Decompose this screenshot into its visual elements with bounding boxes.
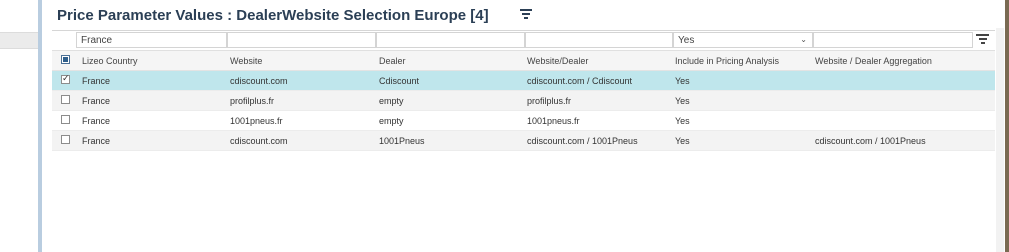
left-pane-row[interactable] <box>0 32 38 49</box>
select-all-checkbox[interactable] <box>61 55 70 64</box>
cell-website-dealer: profilplus.fr <box>527 96 572 106</box>
data-grid: France Yes ⌄ Lizeo Country Website Deale… <box>52 30 995 151</box>
filter-row: France Yes ⌄ <box>52 30 995 50</box>
chevron-down-icon: ⌄ <box>800 35 807 44</box>
cell-dealer: empty <box>379 96 404 106</box>
website-filter-input[interactable] <box>227 32 376 48</box>
splitter-bar[interactable] <box>38 0 42 252</box>
filter-icon[interactable] <box>976 34 989 46</box>
cell-website: 1001pneus.fr <box>230 116 283 126</box>
cell-dealer: Cdiscount <box>379 76 420 86</box>
sort-icon[interactable] <box>520 9 532 21</box>
cell-website: profilplus.fr <box>230 96 275 106</box>
column-header-include[interactable]: Include in Pricing Analysis <box>675 56 779 66</box>
column-header-dealer[interactable]: Dealer <box>379 56 406 66</box>
table-row[interactable]: France profilplus.fr empty profilplus.fr… <box>52 91 995 111</box>
column-header-website-dealer[interactable]: Website/Dealer <box>527 56 588 66</box>
table-header: Lizeo Country Website Dealer Website/Dea… <box>52 50 995 71</box>
cell-country: France <box>82 116 111 126</box>
column-header-country[interactable]: Lizeo Country <box>82 56 138 66</box>
row-checkbox[interactable] <box>61 135 70 144</box>
vertical-scrollbar[interactable] <box>996 28 1004 252</box>
row-checkbox[interactable] <box>61 115 70 124</box>
include-filter-select[interactable]: Yes ⌄ <box>673 32 813 48</box>
include-filter-value: Yes <box>678 35 695 46</box>
cell-website: cdiscount.com <box>230 136 288 146</box>
cell-include: Yes <box>675 116 690 126</box>
right-pane-edge <box>1005 0 1009 252</box>
cell-country: France <box>82 136 111 146</box>
dealer-filter-input[interactable] <box>376 32 525 48</box>
cell-dealer: empty <box>379 116 404 126</box>
cell-country: France <box>82 76 111 86</box>
table-row[interactable]: France 1001pneus.fr empty 1001pneus.fr Y… <box>52 111 995 131</box>
column-header-website[interactable]: Website <box>230 56 262 66</box>
cell-website: cdiscount.com <box>230 76 288 86</box>
table-row[interactable]: ✓ France cdiscount.com Cdiscount cdiscou… <box>52 71 995 91</box>
cell-include: Yes <box>675 76 690 86</box>
check-icon: ✓ <box>62 73 70 83</box>
table-row[interactable]: France cdiscount.com 1001Pneus cdiscount… <box>52 131 995 151</box>
cell-website-dealer: 1001pneus.fr <box>527 116 580 126</box>
country-filter-input[interactable]: France <box>76 32 227 48</box>
cell-website-dealer: cdiscount.com / 1001Pneus <box>527 136 638 146</box>
row-checkbox[interactable]: ✓ <box>61 73 70 84</box>
row-checkbox[interactable] <box>61 95 70 104</box>
panel-title: Price Parameter Values : DealerWebsite S… <box>57 7 489 24</box>
aggregation-filter-input[interactable] <box>813 32 973 48</box>
cell-include: Yes <box>675 96 690 106</box>
cell-country: France <box>82 96 111 106</box>
cell-include: Yes <box>675 136 690 146</box>
cell-dealer: 1001Pneus <box>379 136 425 146</box>
cell-aggregation: cdiscount.com / 1001Pneus <box>815 136 926 146</box>
website-dealer-filter-input[interactable] <box>525 32 673 48</box>
column-header-aggregation[interactable]: Website / Dealer Aggregation <box>815 56 932 66</box>
cell-website-dealer: cdiscount.com / Cdiscount <box>527 76 633 86</box>
